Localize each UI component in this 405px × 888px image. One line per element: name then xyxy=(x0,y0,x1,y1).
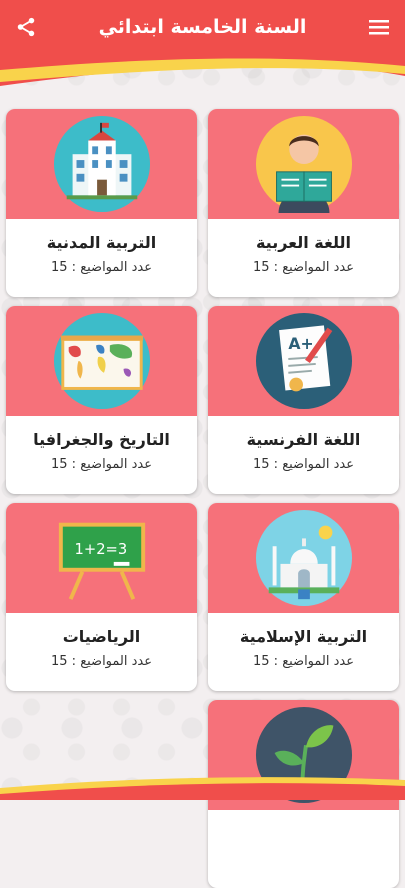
topic-count: عدد المواضيع : 15 xyxy=(51,654,152,669)
subject-card-civic[interactable]: التربية المدنية عدد المواضيع : 15 xyxy=(6,109,197,297)
header-wave-decoration xyxy=(0,52,405,86)
reading-student-icon xyxy=(255,115,352,213)
hamburger-menu-icon[interactable] xyxy=(365,13,393,41)
card-header xyxy=(208,503,399,613)
page-title: السنة الخامسة ابتدائي xyxy=(98,16,307,38)
subject-title: التاريخ والجغرافيا xyxy=(33,430,170,449)
chalkboard-icon: 1+2=3 xyxy=(58,522,145,600)
topic-count: عدد المواضيع : 15 xyxy=(253,260,354,275)
subject-title: اللغة العربية xyxy=(255,233,352,252)
footer-wave-decoration xyxy=(0,777,405,800)
topic-count: عدد المواضيع : 15 xyxy=(253,457,354,472)
building-icon xyxy=(53,115,150,213)
svg-text:A+: A+ xyxy=(288,334,313,353)
topic-count: عدد المواضيع : 15 xyxy=(51,260,152,275)
subject-card-french[interactable]: A+ اللغة الفرنسية عدد المواضيع : 15 xyxy=(208,306,399,494)
subject-card-arabic[interactable]: اللغة العربية عدد المواضيع : 15 xyxy=(208,109,399,297)
card-header xyxy=(6,306,197,416)
subject-title: التربية المدنية xyxy=(46,233,157,252)
world-map-icon xyxy=(53,312,150,410)
topic-count: عدد المواضيع : 15 xyxy=(51,457,152,472)
card-header: 1+2=3 xyxy=(6,503,197,613)
card-header xyxy=(208,109,399,219)
mosque-icon xyxy=(255,509,352,607)
subject-card-math[interactable]: 1+2=3 الرياضيات عدد المواضيع : 15 xyxy=(6,503,197,691)
subject-card-history-geography[interactable]: التاريخ والجغرافيا عدد المواضيع : 15 xyxy=(6,306,197,494)
subject-title: التربية الإسلامية xyxy=(239,627,368,646)
card-header xyxy=(6,109,197,219)
graded-paper-icon: A+ xyxy=(255,312,352,410)
board-equation: 1+2=3 xyxy=(74,541,127,558)
subject-title: اللغة الفرنسية xyxy=(246,430,361,449)
topic-count: عدد المواضيع : 15 xyxy=(253,654,354,669)
subject-title: الرياضيات xyxy=(62,627,141,646)
subject-card-islamic[interactable]: التربية الإسلامية عدد المواضيع : 15 xyxy=(208,503,399,691)
card-header: A+ xyxy=(208,306,399,416)
app-bar: السنة الخامسة ابتدائي xyxy=(0,0,405,54)
share-icon[interactable] xyxy=(12,13,40,41)
